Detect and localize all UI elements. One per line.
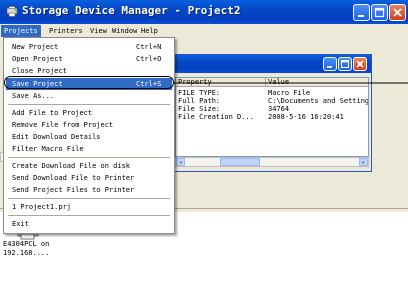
property-list[interactable]: Property Value FILE TYPE: Macro File Ful… [175,77,369,157]
property-value: 2008-5-16 16:20:41 [268,113,344,121]
menu-view[interactable]: View [87,25,110,37]
menu-item-add-file[interactable]: Add File to Project [6,107,172,119]
maximize-icon [341,60,349,68]
menu-item-save-as[interactable]: Save As... [6,90,172,102]
column-header-value[interactable]: Value [266,78,368,87]
child-maximize-button[interactable] [338,57,352,71]
minimize-icon [327,66,332,68]
menu-item-create-download-file[interactable]: Create Download File on disk [6,160,172,172]
close-icon [393,8,402,17]
menu-item-send-project-files[interactable]: Send Project Files to Printer [6,184,172,196]
app-icon [6,6,18,17]
menu-separator [8,198,170,199]
projects-dropdown-menu: New Project Ctrl+N Open Project Ctrl+O Clo… [3,37,175,234]
menu-separator [8,157,170,158]
menu-item-edit-download-details[interactable]: Edit Download Details [6,131,172,143]
child-minimize-button[interactable] [323,57,337,71]
menu-printers[interactable]: Printers [46,25,86,37]
scroll-left-icon[interactable]: ◂ [176,158,185,166]
maximize-button[interactable] [371,4,388,21]
maximize-icon [374,7,385,18]
menu-item-open-project[interactable]: Open Project Ctrl+O [6,53,172,65]
property-horizontal-scrollbar[interactable]: ◂ ▸ [175,157,369,167]
menu-separator [8,215,170,216]
menu-item-filter-macro-file[interactable]: Filter Macro File [6,143,172,155]
window-title: Storage Device Manager - Project2 [22,4,241,17]
menu-separator [8,104,170,105]
column-header-property[interactable]: Property [176,78,266,87]
menu-window[interactable]: Window [109,25,140,37]
property-name: FILE TYPE: [178,89,221,97]
property-name: Full Path: [178,97,221,105]
property-value: C:\Documents and Settings\Ad [268,97,369,105]
annotation-highlight-ring [4,76,174,89]
close-icon [356,60,364,68]
minimize-button[interactable] [353,4,370,21]
menu-projects[interactable]: Projects [1,25,41,37]
property-value: 34764 [268,105,290,113]
scroll-thumb[interactable] [220,158,260,166]
scroll-right-icon[interactable]: ▸ [359,158,368,166]
menu-item-new-project[interactable]: New Project Ctrl+N [6,41,172,53]
minimize-icon [358,15,364,17]
property-name: File Creation D... [178,113,254,121]
menu-item-exit[interactable]: Exit [6,218,172,230]
property-name: File Size: [178,105,221,113]
menu-item-remove-file[interactable]: Remove File from Project [6,119,172,131]
project-child-window[interactable]: Property Value FILE TYPE: Macro File Ful… [170,54,372,172]
child-close-button[interactable] [353,57,367,71]
property-value: Macro File [268,89,311,97]
printer-label[interactable]: E4304PCL on 192.168.... [3,240,49,258]
menu-item-send-download-file[interactable]: Send Download File to Printer [6,172,172,184]
menu-item-recent-project[interactable]: 1 Project1.prj [6,201,172,213]
menu-help[interactable]: Help [138,25,161,37]
close-button[interactable] [389,4,406,21]
